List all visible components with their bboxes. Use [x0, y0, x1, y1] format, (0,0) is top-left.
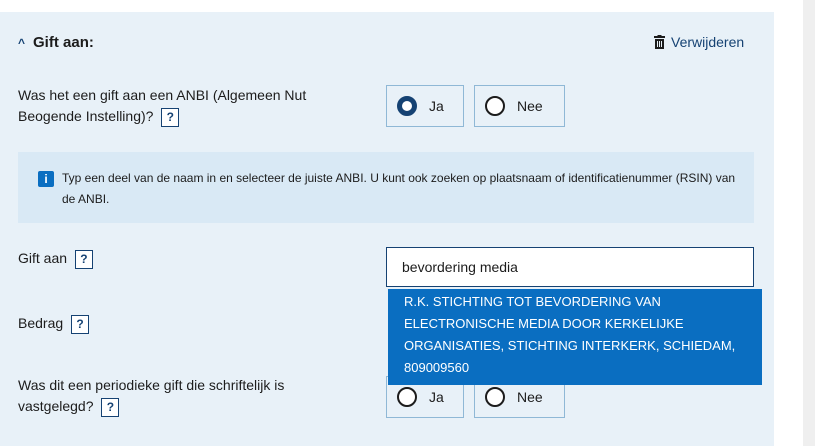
anbi-yes-label: Ja — [429, 98, 444, 114]
periodic-help-button[interactable]: ? — [101, 397, 120, 417]
info-text: Typ een deel van de naam in en selecteer… — [62, 171, 736, 206]
section-collapse-toggle[interactable]: ^ Gift aan: — [18, 34, 94, 51]
gift-to-label: Gift aan ? — [18, 248, 93, 269]
anbi-no-radio[interactable]: Nee — [474, 85, 565, 127]
radio-unchecked-icon — [397, 387, 417, 407]
amount-label: Bedrag ? — [18, 313, 90, 334]
anbi-help-button[interactable]: ? — [161, 107, 180, 127]
gift-to-help-button[interactable]: ? — [74, 249, 93, 269]
delete-button[interactable]: Verwijderen — [654, 34, 744, 50]
anbi-yes-radio[interactable]: Ja — [386, 85, 464, 127]
info-box: i Typ een deel van de naam in en selecte… — [18, 152, 754, 223]
gift-to-label-text: Gift aan — [18, 250, 68, 266]
info-icon: i — [38, 171, 54, 187]
periodic-yes-label: Ja — [429, 389, 444, 405]
periodic-no-label: Nee — [517, 389, 543, 405]
amount-help-button[interactable]: ? — [71, 314, 90, 334]
amount-label-text: Bedrag — [18, 315, 64, 331]
periodic-question: Was dit een periodieke gift die schrifte… — [18, 375, 338, 417]
radio-checked-icon — [397, 96, 417, 116]
trash-icon — [654, 35, 665, 49]
anbi-question: Was het een gift aan een ANBI (Algemeen … — [18, 85, 348, 127]
periodic-question-text: Was dit een periodieke gift die schrifte… — [18, 377, 285, 414]
scrollbar[interactable] — [803, 0, 815, 446]
radio-unchecked-icon — [485, 96, 505, 116]
radio-unchecked-icon — [485, 387, 505, 407]
autocomplete-suggestion[interactable]: R.K. STICHTING TOT BEVORDERING VAN ELECT… — [388, 289, 762, 385]
delete-label: Verwijderen — [671, 34, 745, 50]
chevron-up-icon: ^ — [18, 35, 26, 50]
section-title: Gift aan: — [33, 34, 94, 51]
anbi-search-input[interactable]: bevordering media — [386, 247, 754, 287]
anbi-no-label: Nee — [517, 98, 543, 114]
